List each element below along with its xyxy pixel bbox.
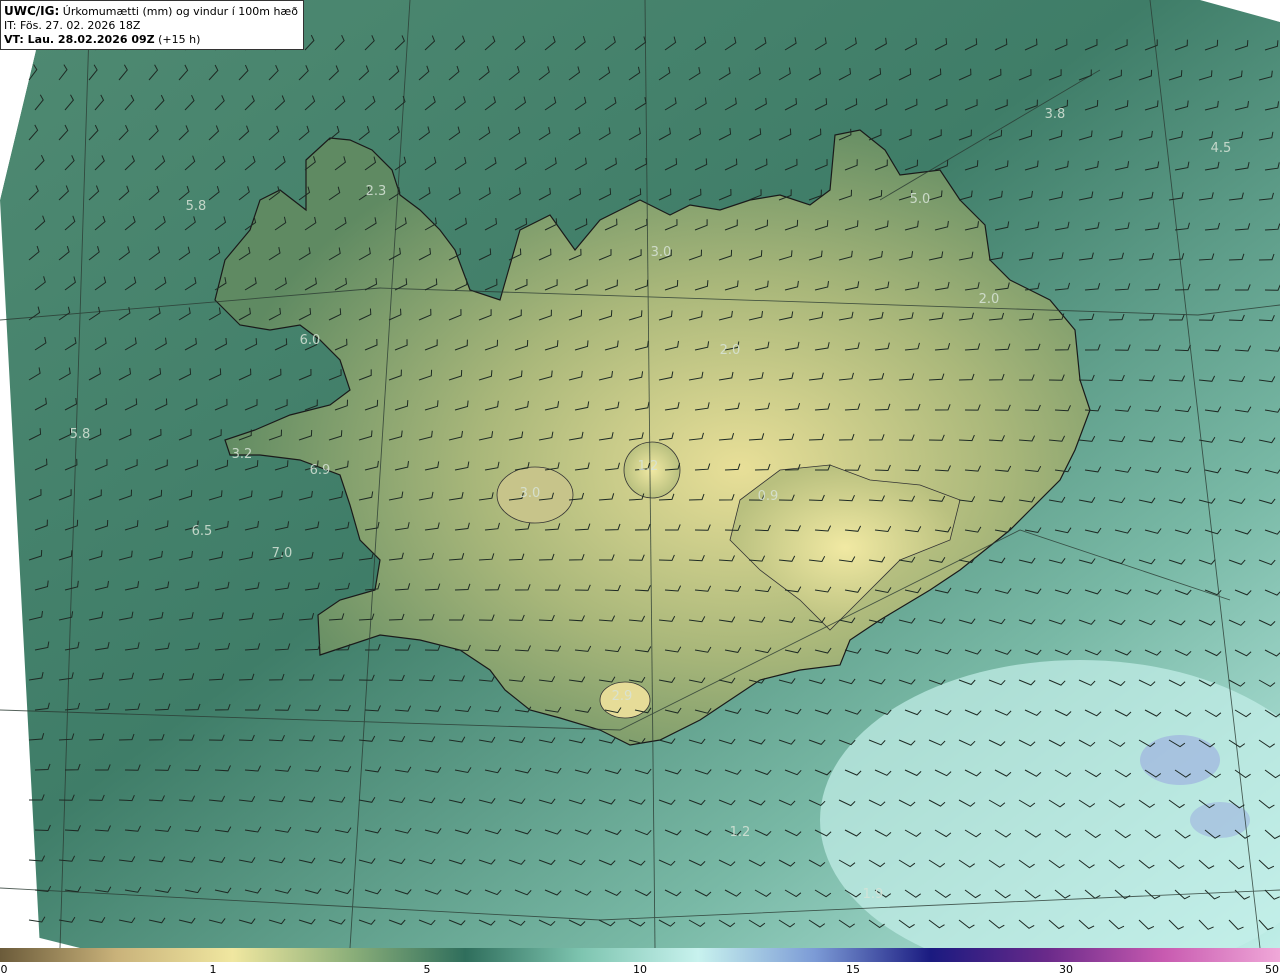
precip-value-label: 1.2 xyxy=(730,825,751,840)
colorbar xyxy=(0,948,1280,962)
product-name: Úrkomumætti (mm) og vindur í 100m hæð xyxy=(62,5,298,18)
precip-value-label: 5.0 xyxy=(910,192,931,207)
precip-value-label: 2.0 xyxy=(720,343,741,358)
precip-value-label: 2.3 xyxy=(366,184,387,199)
precip-value-label: 6.0 xyxy=(300,333,321,348)
precip-value-label: 6.5 xyxy=(192,524,213,539)
colorbar-tick-labels: 0 1 5 10 15 30 50 xyxy=(0,962,1280,978)
precip-value-label: 3.0 xyxy=(520,486,541,501)
precip-value-label: 5.8 xyxy=(70,427,91,442)
precip-value-label: 0.9 xyxy=(758,489,779,504)
colorbar-tick-label: 50 xyxy=(1265,963,1279,976)
precipitation-wind-map: 3.8 4.5 5.0 5.8 6.0 5.8 3.2 6.9 6.5 7.0 2.9 2.0 3.0 1… xyxy=(0,0,1280,948)
precip-value-label: 1.9 xyxy=(863,887,884,902)
precip-value-label: 3.2 xyxy=(232,447,253,462)
precip-value-label: 2.9 xyxy=(612,689,633,704)
forecast-hour: (+15 h) xyxy=(158,33,201,46)
colorbar-tick-label: 0 xyxy=(0,963,8,976)
precip-value-label: 1.2 xyxy=(638,459,659,474)
precip-value-label: 5.8 xyxy=(186,199,207,214)
colorbar-tick-label: 5 xyxy=(423,963,431,976)
precip-value-label: 7.0 xyxy=(272,546,293,561)
precip-value-label: 3.8 xyxy=(1045,107,1066,122)
valid-time: VT: Lau. 28.02.2026 09Z (+15 h) xyxy=(4,33,300,47)
valid-time-value: VT: Lau. 28.02.2026 09Z xyxy=(4,33,155,46)
colorbar-tick-label: 15 xyxy=(846,963,860,976)
map-title-box: UWC/IG: Úrkomumætti (mm) og vindur í 100… xyxy=(0,0,304,50)
precip-value-label: 4.5 xyxy=(1211,141,1232,156)
title-line-1: UWC/IG: Úrkomumætti (mm) og vindur í 100… xyxy=(4,4,300,19)
model-name: UWC/IG: xyxy=(4,4,60,18)
colorbar-tick-label: 30 xyxy=(1059,963,1073,976)
colorbar-tick-label: 10 xyxy=(633,963,647,976)
precip-value-label: 3.0 xyxy=(651,245,672,260)
precip-value-label: 2.0 xyxy=(979,292,1000,307)
precip-value-label: 6.9 xyxy=(310,463,331,478)
colorbar-tick-label: 1 xyxy=(209,963,217,976)
issue-time: IT: Fös. 27. 02. 2026 18Z xyxy=(4,19,141,32)
